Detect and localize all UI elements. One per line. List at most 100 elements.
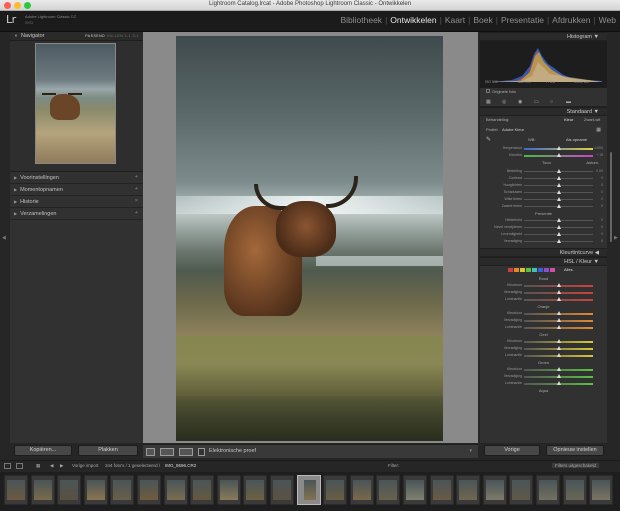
hsl-slider-track[interactable] [524, 318, 593, 322]
navigator-header[interactable]: ▼ Navigator PASSEND VULLEN 1:1 3:1 [10, 32, 143, 41]
zoom-1-1[interactable]: 1:1 [125, 34, 131, 38]
slider-value[interactable]: 0,00 [596, 168, 603, 175]
slider-track[interactable] [524, 239, 593, 243]
hsl-all-button[interactable]: Alles [564, 266, 573, 274]
slider-knob[interactable] [557, 204, 562, 208]
hsl-slider-track[interactable] [524, 325, 593, 329]
zoom-fill[interactable]: VULLEN [107, 34, 124, 38]
main-photo[interactable] [176, 36, 443, 441]
filmstrip-thumbnail[interactable] [216, 475, 241, 505]
zoom-fit[interactable]: PASSEND [85, 34, 105, 38]
hsl-header[interactable]: HSL / Kleur ▼ [480, 257, 607, 266]
slider-value[interactable]: 0 [601, 182, 603, 189]
filmstrip-thumbnail[interactable] [589, 475, 614, 505]
slider-value[interactable]: 0 [601, 224, 603, 231]
filmstrip-thumbnail[interactable] [137, 475, 161, 505]
slider-knob[interactable] [557, 290, 562, 294]
filmstrip-thumbnail[interactable] [376, 475, 401, 505]
panel-momentopnamen[interactable]: ▶ Momentopnamen + [10, 184, 143, 196]
slider-value[interactable]: 0 [601, 196, 603, 203]
filmstrip-thumbnail[interactable] [296, 475, 321, 505]
slider-value[interactable]: 4.900 [594, 145, 603, 152]
filmstrip-thumbnail[interactable] [482, 475, 507, 505]
hsl-slider-track[interactable] [524, 339, 593, 343]
hsl-color-chip[interactable] [508, 268, 513, 272]
filmstrip-thumbnail[interactable] [509, 475, 534, 505]
left-panel-toggle-icon[interactable]: ◀ [2, 235, 6, 241]
slider-knob[interactable] [557, 318, 562, 322]
hsl-slider-track[interactable] [524, 346, 593, 350]
slider-knob[interactable] [557, 346, 562, 350]
panel-historie[interactable]: ▶ Historie × [10, 196, 143, 208]
filmstrip-thumbnail[interactable] [403, 475, 427, 505]
hsl-color-chip[interactable] [520, 268, 525, 272]
filmstrip-thumbnail[interactable] [456, 475, 481, 505]
slider-value[interactable]: 0 [601, 231, 603, 238]
hsl-slider-track[interactable] [524, 283, 593, 287]
source-label[interactable]: Vorige import [72, 463, 99, 468]
filmstrip-thumbnail[interactable] [190, 475, 215, 505]
filmstrip-thumbnail[interactable] [349, 475, 374, 505]
add-preset-icon[interactable]: + [135, 172, 138, 183]
slider-value[interactable]: 0 [601, 189, 603, 196]
loupe-view-icon[interactable] [146, 448, 155, 456]
zoom-3-1[interactable]: 3:1 [133, 34, 139, 38]
module-afdrukken[interactable]: Afdrukken [550, 15, 592, 25]
slider-value[interactable]: + 15 [596, 152, 603, 159]
slider-knob[interactable] [557, 339, 562, 343]
add-snapshot-icon[interactable]: + [135, 184, 138, 195]
tone-curve-header[interactable]: Kleurtintcurve ◀ [480, 248, 607, 257]
hsl-slider-track[interactable] [524, 353, 593, 357]
histogram-header[interactable]: Histogram ▼ [480, 32, 607, 41]
hsl-color-chip[interactable] [526, 268, 531, 272]
slider-track[interactable] [524, 190, 593, 194]
slider-knob[interactable] [557, 176, 562, 180]
slider-value[interactable]: 0 [601, 238, 603, 245]
filmstrip-thumbnail[interactable] [4, 475, 28, 505]
hsl-color-chip[interactable] [538, 268, 543, 272]
hsl-color-chip[interactable] [532, 268, 537, 272]
slider-track[interactable] [524, 153, 593, 157]
hsl-slider-track[interactable] [524, 374, 593, 378]
slider-track[interactable] [524, 232, 593, 236]
hsl-color-chip[interactable] [544, 268, 549, 272]
before-after-split-icon[interactable] [179, 448, 193, 456]
basic-header[interactable]: Standaard ▼ [480, 107, 607, 116]
slider-knob[interactable] [557, 311, 562, 315]
slider-track[interactable] [524, 183, 593, 187]
module-presentatie[interactable]: Presentatie [499, 15, 546, 25]
filmstrip-thumbnail[interactable] [429, 475, 454, 505]
add-collection-icon[interactable]: + [135, 208, 138, 219]
hsl-color-chip[interactable] [550, 268, 555, 272]
filmstrip-thumbnail[interactable] [110, 475, 135, 505]
filmstrip-thumbnail[interactable] [243, 475, 268, 505]
crop-tool-icon[interactable]: ▦ [486, 98, 491, 106]
right-panel-toggle-icon[interactable]: ▶ [614, 235, 618, 241]
paste-button[interactable]: Plakken [78, 445, 138, 456]
before-after-icon[interactable] [160, 448, 174, 456]
hsl-slider-track[interactable] [524, 297, 593, 301]
treatment-bw[interactable]: Zwart-wit [584, 116, 600, 124]
brush-icon[interactable]: ▬ [566, 98, 571, 106]
filmstrip-thumbnail[interactable] [536, 475, 560, 505]
graduated-filter-icon[interactable]: ▭ [534, 98, 539, 106]
slider-value[interactable]: 0 [601, 175, 603, 182]
wb-picker-icon[interactable]: ✎ [486, 136, 491, 144]
tone-auto-button[interactable]: Autom. [586, 159, 599, 167]
hsl-slider-track[interactable] [524, 290, 593, 294]
slider-track[interactable] [524, 146, 593, 150]
hsl-slider-track[interactable] [524, 381, 593, 385]
slider-value[interactable]: 0 [601, 203, 603, 210]
soft-proof-checkbox[interactable] [198, 448, 205, 456]
slider-track[interactable] [524, 176, 593, 180]
slider-knob[interactable] [557, 197, 562, 201]
navigator-thumbnail[interactable] [35, 43, 116, 164]
slider-knob[interactable] [557, 232, 562, 236]
file-name[interactable]: IMG_8696.CR2 [165, 463, 196, 468]
slider-knob[interactable] [557, 297, 562, 301]
toolbar-menu-icon[interactable]: ▾ [469, 448, 472, 454]
filmstrip-thumbnail[interactable] [562, 475, 587, 505]
profile-browser-icon[interactable]: ▦ [596, 126, 601, 134]
module-boek[interactable]: Boek [471, 15, 494, 25]
navigator-preview[interactable] [10, 41, 143, 172]
